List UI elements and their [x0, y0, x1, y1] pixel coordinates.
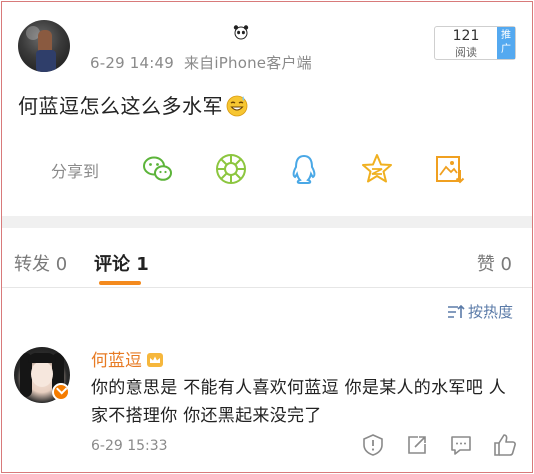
post-time: 6-29 14:49 [90, 54, 175, 72]
verified-badge-icon [52, 383, 70, 401]
comment-text: 你的意思是 不能有人喜欢何蓝逗 你是某人的水军吧 人家不搭理你 你还黑起来没完了 [91, 378, 507, 426]
post-text: 何蓝逗怎么这么多水军 [18, 94, 223, 118]
reply-icon[interactable] [448, 432, 474, 458]
section-divider [2, 216, 532, 228]
read-count: 121 [452, 28, 480, 44]
share-label: 分享到 [51, 162, 100, 181]
save-image-icon[interactable] [433, 152, 467, 186]
tab-comment[interactable]: 评论 1 [94, 250, 149, 276]
commenter-name[interactable]: 何蓝逗 [91, 351, 142, 371]
like-icon[interactable] [492, 432, 518, 458]
weibo-post-page: 6-29 14:49 来自iPhone客户端 121 阅读 推广 何蓝逗怎么这么… [1, 1, 533, 473]
promote-button[interactable]: 推广 [497, 27, 515, 59]
commenter-name-row: 何蓝逗 [91, 346, 164, 371]
sort-label: 按热度 [467, 303, 513, 321]
forward-icon[interactable] [404, 432, 430, 458]
tab-repost[interactable]: 转发 0 [14, 250, 67, 276]
moments-icon[interactable] [214, 152, 248, 186]
post-body: 何蓝逗怎么这么多水军 [18, 90, 249, 119]
grin-sweat-emoji-icon [226, 95, 248, 117]
qq-icon[interactable] [287, 152, 321, 186]
read-count-box[interactable]: 121 阅读 推广 [434, 26, 516, 60]
comment-time: 6-29 15:33 [91, 438, 168, 454]
read-label: 阅读 [455, 46, 477, 59]
active-tab-indicator [99, 281, 141, 285]
wechat-icon[interactable] [141, 152, 175, 186]
qzone-icon[interactable] [360, 152, 394, 186]
post-source: 来自iPhone客户端 [183, 54, 312, 72]
sort-icon [447, 304, 465, 318]
report-icon[interactable] [360, 432, 386, 458]
vip-crown-icon [147, 353, 163, 367]
tab-like[interactable]: 赞 0 [477, 250, 512, 276]
sort-by-hot-button[interactable]: 按热度 [447, 301, 513, 322]
tab-divider [2, 287, 532, 288]
author-avatar[interactable] [18, 20, 70, 72]
post-meta: 6-29 14:49 来自iPhone客户端 [90, 52, 312, 73]
panda-badge-icon [233, 25, 249, 40]
